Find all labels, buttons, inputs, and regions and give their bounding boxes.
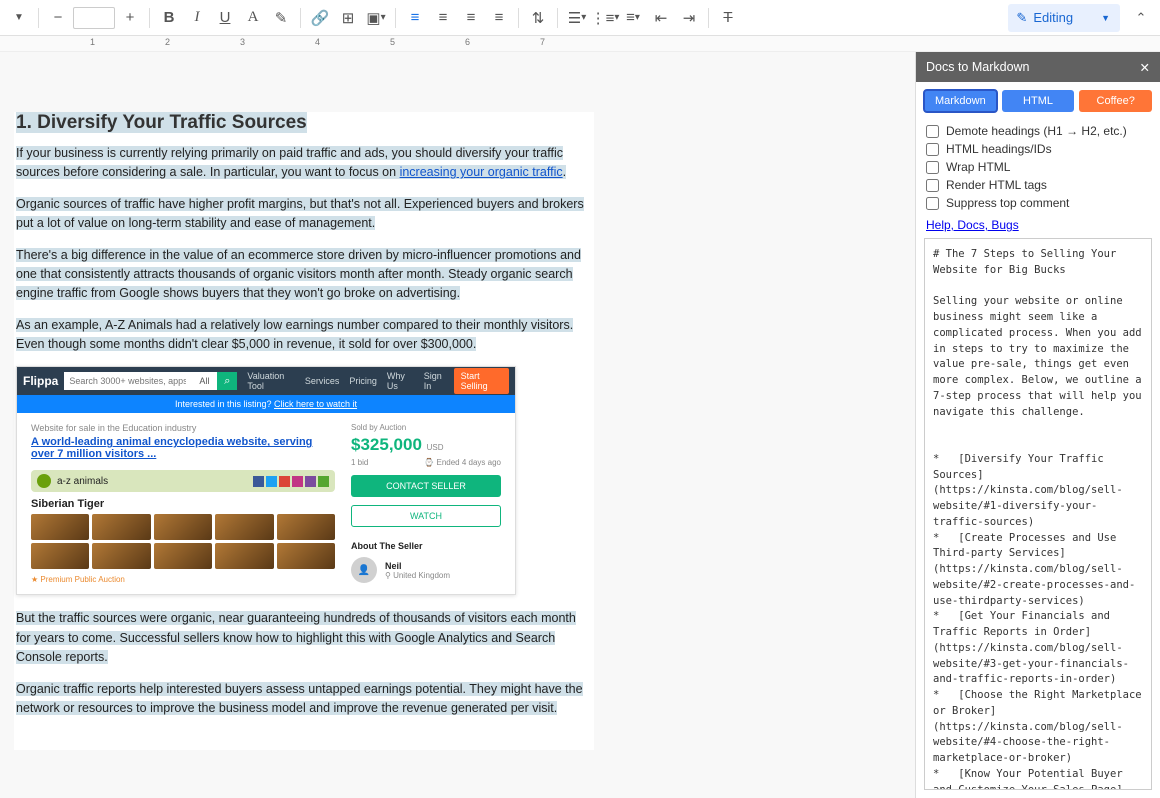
- start-selling-button[interactable]: Start Selling: [454, 368, 509, 394]
- paragraph: Organic sources of traffic have higher p…: [16, 195, 592, 234]
- chevron-down-icon: ▼: [1101, 13, 1110, 23]
- more-icon[interactable]: ▼: [6, 5, 32, 31]
- tab-html[interactable]: HTML: [1002, 90, 1075, 112]
- toolbar: ▼ − + B I U A ✎ 🔗 ⊞ ▣▾ ≡ ≡ ≡ ≡ ⇅ ☰▾ ⋮≡▾ …: [0, 0, 1160, 36]
- listing-title[interactable]: A world-leading animal encyclopedia webs…: [31, 436, 335, 460]
- opt-wrap-html[interactable]: Wrap HTML: [926, 158, 1150, 176]
- contact-seller-button[interactable]: CONTACT SELLER: [351, 475, 501, 497]
- thumbnail-grid: [31, 514, 335, 569]
- close-icon[interactable]: ✕: [1140, 60, 1150, 75]
- nav-link[interactable]: Pricing: [349, 376, 377, 386]
- ruler: 1 2 3 4 5 6 7: [0, 36, 1160, 52]
- indent-increase-button[interactable]: ⇥: [676, 5, 702, 31]
- comment-button[interactable]: ⊞: [335, 5, 361, 31]
- sold-label: Sold by Auction: [351, 423, 501, 432]
- watch-button[interactable]: WATCH: [351, 505, 501, 527]
- image-button[interactable]: ▣▾: [363, 5, 389, 31]
- search-icon[interactable]: ⌕: [217, 372, 237, 390]
- zoom-input[interactable]: [73, 7, 115, 29]
- flippa-logo: Flippa: [23, 374, 58, 388]
- listing-category: Website for sale in the Education indust…: [31, 423, 335, 433]
- nav-link[interactable]: Sign In: [424, 371, 448, 391]
- pencil-icon: ✎: [1016, 10, 1027, 26]
- avatar: 👤: [351, 557, 377, 583]
- paragraph: There's a big difference in the value of…: [16, 246, 592, 304]
- tab-markdown[interactable]: Markdown: [924, 90, 997, 112]
- document-pane[interactable]: 1. Diversify Your Traffic Sources If you…: [0, 52, 915, 798]
- bold-button[interactable]: B: [156, 5, 182, 31]
- bid-count: 1 bid: [351, 458, 368, 467]
- underline-button[interactable]: U: [212, 5, 238, 31]
- sidebar-header: Docs to Markdown ✕: [916, 52, 1160, 82]
- tab-coffee[interactable]: Coffee?: [1079, 90, 1152, 112]
- paragraph: But the traffic sources were organic, ne…: [16, 609, 592, 667]
- highlight-button[interactable]: ✎: [268, 5, 294, 31]
- organic-traffic-link[interactable]: increasing your organic traffic: [400, 165, 563, 179]
- zoom-out-button[interactable]: −: [45, 5, 71, 31]
- markdown-output[interactable]: # The 7 Steps to Selling Your Website fo…: [924, 238, 1152, 790]
- italic-button[interactable]: I: [184, 5, 210, 31]
- clear-formatting-button[interactable]: T: [715, 5, 741, 31]
- seller-name: Neil: [385, 561, 450, 571]
- paw-icon: [37, 474, 51, 488]
- bulleted-list-button[interactable]: ⋮≡▾: [592, 5, 618, 31]
- addon-sidebar: Docs to Markdown ✕ Markdown HTML Coffee?…: [915, 52, 1160, 798]
- numbered-list-button[interactable]: ≡▾: [620, 5, 646, 31]
- listing-brand-badge: a-z animals: [31, 470, 335, 492]
- flippa-search-input[interactable]: [64, 372, 191, 390]
- checklist-button[interactable]: ☰▾: [564, 5, 590, 31]
- flippa-banner: Interested in this listing? Click here t…: [17, 395, 515, 413]
- ended-label: ⌚ Ended 4 days ago: [424, 458, 501, 467]
- help-docs-bugs-link[interactable]: Help, Docs, Bugs: [926, 218, 1019, 232]
- mode-selector[interactable]: ✎ Editing ▼: [1008, 4, 1120, 32]
- nav-link[interactable]: Valuation Tool: [247, 371, 295, 391]
- flippa-search: All ⌕: [64, 372, 237, 390]
- listing-subtitle: Siberian Tiger: [31, 498, 335, 510]
- indent-decrease-button[interactable]: ⇤: [648, 5, 674, 31]
- seller-location: ⚲ United Kingdom: [385, 571, 450, 580]
- paragraph: As an example, A-Z Animals had a relativ…: [16, 316, 592, 355]
- heading-diversify: 1. Diversify Your Traffic Sources: [16, 112, 592, 134]
- opt-html-headings[interactable]: HTML headings/IDs: [926, 140, 1150, 158]
- paragraph: Organic traffic reports help interested …: [16, 680, 592, 719]
- seller-info: 👤 Neil ⚲ United Kingdom: [351, 557, 501, 583]
- document-page: 1. Diversify Your Traffic Sources If you…: [14, 112, 594, 750]
- flippa-screenshot: Flippa All ⌕ Valuation Tool Services Pri…: [16, 366, 516, 595]
- align-right-button[interactable]: ≡: [458, 5, 484, 31]
- nav-link[interactable]: Services: [305, 376, 340, 386]
- line-spacing-button[interactable]: ⇅: [525, 5, 551, 31]
- align-center-button[interactable]: ≡: [430, 5, 456, 31]
- listing-price: $325,000 USD: [351, 435, 501, 455]
- sidebar-title: Docs to Markdown: [926, 60, 1030, 74]
- premium-badge: ★ Premium Public Auction: [31, 575, 335, 584]
- opt-demote-headings[interactable]: Demote headings (H1 → H2, etc.): [926, 122, 1150, 140]
- zoom-in-button[interactable]: +: [117, 5, 143, 31]
- paragraph: If your business is currently relying pr…: [16, 144, 592, 183]
- link-button[interactable]: 🔗: [307, 5, 333, 31]
- nav-link[interactable]: Why Us: [387, 371, 414, 391]
- collapse-toolbar-button[interactable]: ⌃: [1128, 5, 1154, 31]
- opt-suppress-comment[interactable]: Suppress top comment: [926, 194, 1150, 212]
- opt-render-html[interactable]: Render HTML tags: [926, 176, 1150, 194]
- align-justify-button[interactable]: ≡: [486, 5, 512, 31]
- about-seller-heading: About The Seller: [351, 541, 501, 551]
- flippa-search-filter[interactable]: All: [191, 372, 217, 390]
- text-color-button[interactable]: A: [240, 5, 266, 31]
- mode-label: Editing: [1033, 10, 1073, 25]
- align-left-button[interactable]: ≡: [402, 5, 428, 31]
